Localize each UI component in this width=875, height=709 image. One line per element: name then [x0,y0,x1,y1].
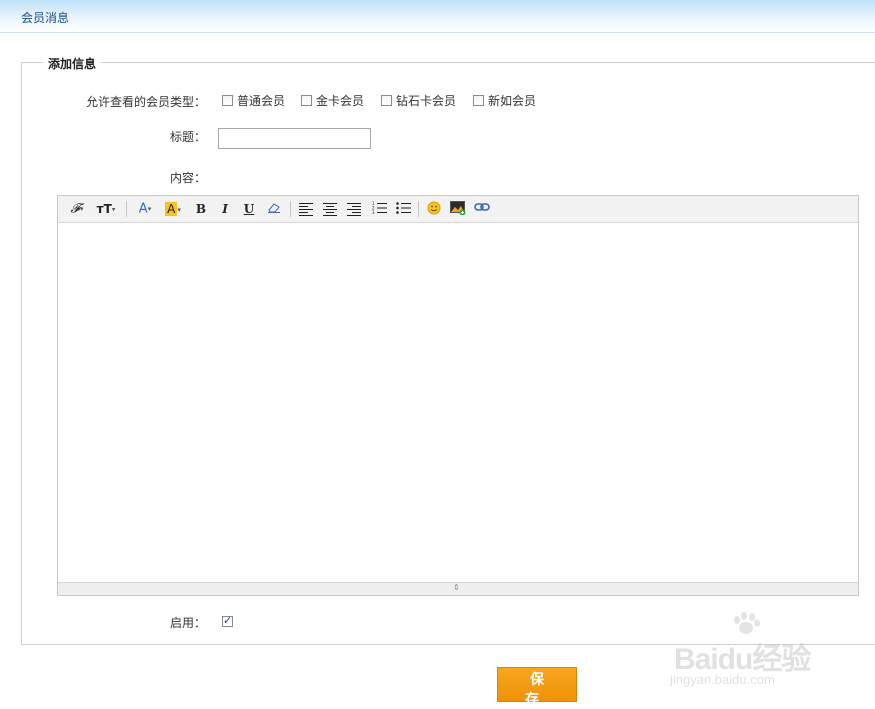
content-label: 内容： [169,171,206,185]
save-button[interactable]: 保 存 [497,667,577,708]
member-type-checkbox-new[interactable] [473,95,484,106]
title-input[interactable] [218,128,371,149]
editor-toolbar: 𝓕▾ тT▾ A▾ A ▾ B I U 123 [58,196,858,223]
svg-text:3: 3 [372,210,375,214]
member-type-label-regular: 普通会员 [237,94,286,108]
member-type-label: 允许查看的会员类型： [85,95,206,109]
ordered-list-icon[interactable]: 123 [371,201,387,217]
rich-text-editor: 𝓕▾ тT▾ A▾ A ▾ B I U 123 ⇕ [57,195,859,596]
font-color-icon[interactable]: A▾ [135,201,155,217]
member-type-label-diamond: 钻石卡会员 [396,94,457,108]
link-icon[interactable] [473,201,491,217]
unordered-list-icon[interactable] [395,201,411,217]
eraser-icon[interactable] [265,201,283,217]
member-type-checkbox-regular[interactable] [222,95,233,106]
member-type-label-new: 新如会员 [488,94,537,108]
editor-resize-handle[interactable]: ⇕ [58,582,858,595]
toolbar-separator [126,201,127,217]
image-icon[interactable] [449,201,467,217]
font-family-icon[interactable]: 𝓕▾ [66,201,88,217]
highlight-glyph: A [165,202,178,216]
enable-checkbox[interactable] [222,614,233,627]
highlight-icon[interactable]: A ▾ [161,201,185,217]
bold-icon[interactable]: B [194,201,208,217]
font-family-glyph: 𝓕 [70,201,81,217]
emoticon-icon[interactable] [425,201,443,217]
italic-icon[interactable]: I [218,201,232,217]
toolbar-separator [418,201,419,217]
align-right-icon[interactable] [347,203,361,216]
page-title: 会员消息 [21,11,70,25]
font-size-icon[interactable]: тT▾ [94,201,118,217]
member-type-checkbox-diamond[interactable] [381,95,392,106]
editor-content-area[interactable] [58,223,858,584]
underline-icon[interactable]: U [242,201,256,217]
align-center-icon[interactable] [323,203,337,216]
enable-label: 启用： [169,616,206,630]
align-left-icon[interactable] [299,203,313,216]
watermark-url: jingyan.baidu.com [670,672,775,687]
font-size-glyph: тT [96,202,112,216]
member-type-label-gold: 金卡会员 [316,94,365,108]
title-label: 标题： [169,130,206,144]
toolbar-separator [290,201,291,217]
fieldset-legend: 添加信息 [43,55,102,72]
member-type-checkbox-gold[interactable] [301,95,312,106]
resize-grip-icon: ⇕ [453,583,460,592]
font-color-glyph: A [138,201,148,217]
top-header-bar: 会员消息 [0,0,875,33]
